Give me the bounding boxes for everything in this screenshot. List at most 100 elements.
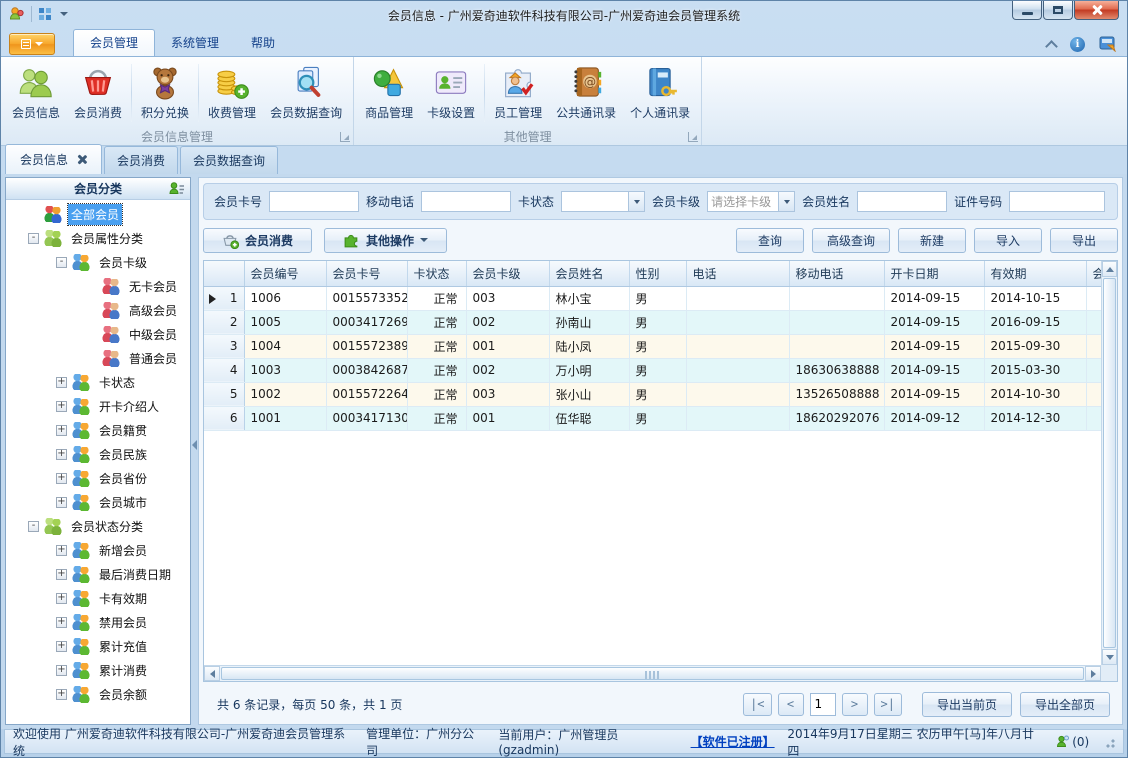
col-gender[interactable]: 性别 — [629, 261, 687, 287]
tree-expander-icon[interactable] — [56, 424, 67, 436]
close-button[interactable] — [1074, 1, 1119, 20]
id-number-input[interactable] — [1009, 191, 1106, 212]
ribbon-button-member-info[interactable]: 会员信息 — [5, 59, 67, 127]
tree-item[interactable]: 会员城市 — [6, 490, 190, 514]
scroll-left-button[interactable] — [204, 666, 220, 681]
prev-page-button[interactable]: < — [777, 692, 804, 716]
other-operations-button[interactable]: 其他操作 — [324, 227, 448, 253]
h-scrollbar-thumb[interactable] — [221, 667, 1084, 680]
tree-item[interactable]: 无卡会员 — [6, 274, 190, 298]
category-settings-icon[interactable] — [169, 181, 185, 197]
dialog-launcher-icon[interactable] — [688, 132, 699, 142]
tree-expander-icon[interactable] — [28, 232, 39, 244]
tree-item[interactable]: 卡有效期 — [6, 586, 190, 610]
ribbon-button-member-data-query[interactable]: 会员数据查询 — [263, 59, 349, 127]
close-tab-icon[interactable] — [76, 154, 87, 165]
member-name-input[interactable] — [857, 191, 948, 212]
application-menu-button[interactable] — [9, 33, 55, 55]
card-no-input[interactable] — [269, 191, 360, 212]
tree-expander-icon[interactable] — [56, 592, 67, 604]
row-number-cell[interactable]: 2 — [204, 310, 245, 335]
ribbon-button-personal-contacts[interactable]: 个人通讯录 — [623, 59, 697, 127]
tree-expander-icon[interactable] — [56, 448, 67, 460]
table-row[interactable]: 6 1001 0003417130 正常 001 伍华聪 男 186202920… — [204, 406, 1107, 431]
tree-expander-icon[interactable] — [56, 376, 67, 388]
tree-item[interactable]: 最后消费日期 — [6, 562, 190, 586]
col-phone[interactable]: 电话 — [686, 261, 790, 287]
col-member-no[interactable]: 会员编号 — [244, 261, 327, 287]
tree-item[interactable]: 会员省份 — [6, 466, 190, 490]
next-page-button[interactable]: > — [841, 692, 868, 716]
feedback-window-icon[interactable] — [1099, 36, 1117, 52]
tree-expander-icon[interactable] — [56, 256, 67, 268]
info-icon[interactable]: i — [1070, 36, 1085, 52]
row-number-cell[interactable]: 1 — [204, 286, 245, 311]
tree-expander-icon[interactable] — [28, 520, 39, 532]
ribbon-button-points-exchange[interactable]: 积分兑换 — [134, 59, 196, 127]
col-card-no[interactable]: 会员卡号 — [326, 261, 408, 287]
scroll-right-button[interactable] — [1085, 666, 1101, 681]
v-scrollbar-thumb[interactable] — [1103, 278, 1116, 648]
table-row[interactable]: 5 1002 0015572264 正常 003 张小山 男 135265088… — [204, 382, 1107, 407]
row-selector-header[interactable] — [204, 261, 245, 287]
tree-expander-icon[interactable] — [56, 544, 67, 556]
tree-expander-icon[interactable] — [56, 616, 67, 628]
card-status-select[interactable] — [561, 191, 646, 212]
ribbon-tab-system-management[interactable]: 系统管理 — [155, 30, 235, 56]
ribbon-button-staff-management[interactable]: 员工管理 — [487, 59, 549, 127]
mobile-input[interactable] — [421, 191, 512, 212]
tree-item[interactable]: 卡状态 — [6, 370, 190, 394]
tree-item[interactable]: 禁用会员 — [6, 610, 190, 634]
tree-item[interactable]: 会员籍贯 — [6, 418, 190, 442]
panel-collapse-arrow-icon[interactable] — [192, 440, 197, 450]
query-button[interactable]: 查询 — [735, 227, 804, 253]
new-button[interactable]: 新建 — [898, 227, 966, 253]
import-button[interactable]: 导入 — [974, 227, 1042, 253]
scroll-down-button[interactable] — [1102, 649, 1117, 665]
tree-expander-icon[interactable] — [56, 400, 67, 412]
tree-item[interactable]: 全部会员 — [6, 202, 190, 226]
dropdown-button[interactable] — [778, 192, 795, 211]
col-valid-until[interactable]: 有效期 — [984, 261, 1087, 287]
advanced-query-button[interactable]: 高级查询 — [811, 227, 890, 253]
export-all-pages-button[interactable]: 导出全部页 — [1019, 691, 1110, 717]
ribbon-tab-help[interactable]: 帮助 — [235, 30, 291, 56]
tree-item[interactable]: 累计充值 — [6, 634, 190, 658]
minimize-button[interactable] — [1012, 1, 1042, 20]
tree-item[interactable]: 新增会员 — [6, 538, 190, 562]
ribbon-button-public-contacts[interactable]: @ 公共通讯录 — [549, 59, 623, 127]
member-consume-button[interactable]: 会员消费 — [203, 227, 313, 253]
resize-grip-icon[interactable] — [1103, 735, 1116, 748]
ribbon-button-card-level-settings[interactable]: 卡级设置 — [420, 59, 482, 127]
tree-expander-icon[interactable] — [56, 688, 67, 700]
table-row[interactable]: 3 1004 0015572389 正常 001 陆小凤 男 2014-09-1… — [204, 334, 1107, 359]
table-row[interactable]: 2 1005 0003417269 正常 002 孙南山 男 2014-09-1… — [204, 310, 1107, 335]
tree-expander-icon[interactable] — [56, 568, 67, 580]
tree-expander-icon[interactable] — [56, 472, 67, 484]
row-number-cell[interactable]: 4 — [204, 358, 245, 383]
row-number-cell[interactable]: 3 — [204, 334, 245, 359]
doc-tab-member-consume[interactable]: 会员消费 — [104, 146, 179, 174]
collapse-ribbon-icon[interactable] — [1045, 39, 1058, 53]
scroll-up-button[interactable] — [1102, 261, 1117, 277]
tree-item[interactable]: 中级会员 — [6, 322, 190, 346]
dialog-launcher-icon[interactable] — [340, 132, 351, 142]
ribbon-tab-member-management[interactable]: 会员管理 — [73, 29, 156, 56]
last-page-button[interactable]: >| — [873, 692, 902, 716]
software-registered-link[interactable]: 【软件已注册】 — [691, 733, 775, 750]
tree-expander-icon[interactable] — [56, 496, 67, 508]
tree-item[interactable]: 会员属性分类 — [6, 226, 190, 250]
doc-tab-member-info[interactable]: 会员信息 — [5, 144, 103, 174]
tree-item[interactable]: 高级会员 — [6, 298, 190, 322]
ribbon-button-member-consume[interactable]: 会员消费 — [67, 59, 129, 127]
tree-expander-icon[interactable] — [56, 640, 67, 652]
col-member-name[interactable]: 会员姓名 — [549, 261, 630, 287]
col-card-level[interactable]: 会员卡级 — [466, 261, 550, 287]
tree-expander-icon[interactable] — [56, 664, 67, 676]
tree-item[interactable]: 会员余额 — [6, 682, 190, 706]
card-level-select[interactable]: 请选择卡级 — [707, 191, 796, 212]
col-mobile[interactable]: 移动电话 — [789, 261, 885, 287]
col-card-status[interactable]: 卡状态 — [407, 261, 467, 287]
page-number-input[interactable] — [809, 692, 836, 716]
vertical-scrollbar[interactable] — [1101, 261, 1117, 665]
